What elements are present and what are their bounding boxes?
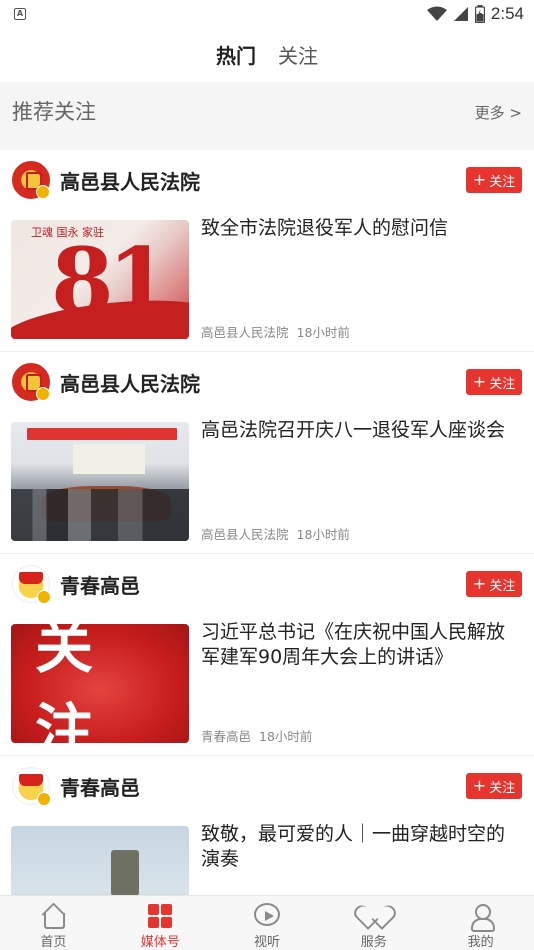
article-meta: 高邑县人民法院 18小时前	[201, 524, 350, 543]
verified-badge-icon	[36, 387, 50, 401]
feed-card[interactable]: 高邑县人民法院 + 关注 卫魂 国永 家驻 81 致全市法院退役军人的慰问信 高邑…	[0, 150, 534, 352]
nav-label: 我的	[467, 935, 494, 950]
article-time: 18小时前	[296, 325, 350, 340]
feed-card[interactable]: 青春高邑 + 关注 关注 习近平总书记《在庆祝中国人民解放军建军90周年大会上的讲…	[0, 554, 534, 756]
recommend-header: 推荐关注 更多 >	[0, 82, 534, 150]
top-tabs: 热门 关注	[0, 36, 534, 80]
verified-badge-icon	[37, 590, 51, 604]
article-meta: 高邑县人民法院 18小时前	[201, 322, 350, 341]
article-source: 青春高邑	[201, 729, 252, 744]
follow-button[interactable]: + 关注	[466, 167, 522, 193]
article-meta: 青春高邑 18小时前	[201, 726, 312, 745]
article-title[interactable]: 致全市法院退役军人的慰问信	[201, 216, 516, 241]
article-thumbnail[interactable]: 卫魂 国永 家驻 81	[11, 220, 189, 339]
more-link[interactable]: 更多 >	[475, 102, 522, 123]
status-time: 2:54	[490, 4, 524, 23]
follow-button[interactable]: + 关注	[466, 773, 522, 799]
nav-label: 服务	[360, 935, 387, 950]
nav-service[interactable]: 服务	[320, 896, 427, 950]
home-icon	[40, 903, 66, 929]
follow-button[interactable]: + 关注	[466, 571, 522, 597]
channel-name[interactable]: 青春高邑	[60, 570, 140, 599]
youth-league-emblem-avatar[interactable]	[12, 565, 51, 604]
nav-mine[interactable]: 我的	[427, 896, 534, 950]
article-title[interactable]: 高邑法院召开庆八一退役军人座谈会	[201, 418, 516, 443]
battery-icon	[474, 5, 485, 23]
plus-icon: +	[472, 776, 487, 795]
nav-av[interactable]: 视听	[214, 896, 321, 950]
court-emblem-avatar[interactable]	[12, 363, 50, 401]
plus-icon: +	[472, 574, 487, 593]
article-time: 18小时前	[296, 527, 350, 542]
article-thumbnail[interactable]: 关注	[11, 624, 189, 743]
feed-card[interactable]: 高邑县人民法院 + 关注 高邑法院召开庆八一退役军人座谈会 高邑县人民法院 18小…	[0, 352, 534, 554]
channel-name[interactable]: 高邑县人民法院	[60, 368, 200, 397]
nav-media[interactable]: 媒体号	[107, 896, 214, 950]
card-header: 青春高邑 + 关注	[12, 564, 522, 604]
article-source: 高邑县人民法院	[201, 527, 289, 542]
verified-badge-icon	[36, 185, 50, 199]
plus-icon: +	[472, 372, 487, 391]
article-title[interactable]: 致敬，最可爱的人｜一曲穿越时空的演奏	[201, 822, 516, 872]
status-bar: A 2:54	[0, 0, 534, 28]
youth-league-emblem-avatar[interactable]	[12, 767, 51, 806]
army-day-81-graphic: 81	[51, 228, 170, 334]
article-time: 18小时前	[259, 729, 313, 744]
thumbnail-caption: 关注	[35, 624, 118, 743]
card-header: 高邑县人民法院 + 关注	[12, 160, 522, 200]
wifi-icon	[426, 6, 447, 21]
signal-icon	[453, 7, 468, 21]
media-grid-icon	[147, 903, 173, 928]
verified-badge-icon	[37, 792, 51, 806]
channel-name[interactable]: 青春高邑	[60, 772, 140, 801]
follow-button[interactable]: + 关注	[466, 369, 522, 395]
feed-list: 高邑县人民法院 + 关注 卫魂 国永 家驻 81 致全市法院退役军人的慰问信 高邑…	[0, 150, 534, 950]
court-emblem-avatar[interactable]	[12, 161, 50, 199]
tab-hot[interactable]: 热门	[216, 36, 256, 80]
plus-icon: +	[472, 170, 487, 189]
article-thumbnail[interactable]	[11, 422, 189, 541]
tab-following[interactable]: 关注	[278, 36, 318, 80]
nav-label: 首页	[40, 935, 67, 950]
user-icon	[468, 903, 495, 932]
channel-name[interactable]: 高邑县人民法院	[60, 166, 200, 195]
recommend-title: 推荐关注	[12, 100, 96, 124]
card-header: 青春高邑 + 关注	[12, 766, 522, 806]
nav-label: 视听	[253, 935, 280, 950]
article-source: 高邑县人民法院	[201, 325, 289, 340]
heart-icon	[361, 903, 387, 926]
bottom-nav: 首页 媒体号 视听 服务 我的	[0, 895, 534, 950]
article-title[interactable]: 习近平总书记《在庆祝中国人民解放军建军90周年大会上的讲话》	[201, 620, 516, 670]
nav-home[interactable]: 首页	[0, 896, 107, 950]
nav-label: 媒体号	[140, 935, 180, 950]
play-icon	[253, 903, 280, 926]
card-header: 高邑县人民法院 + 关注	[12, 362, 522, 402]
notification-a-icon: A	[14, 8, 26, 20]
